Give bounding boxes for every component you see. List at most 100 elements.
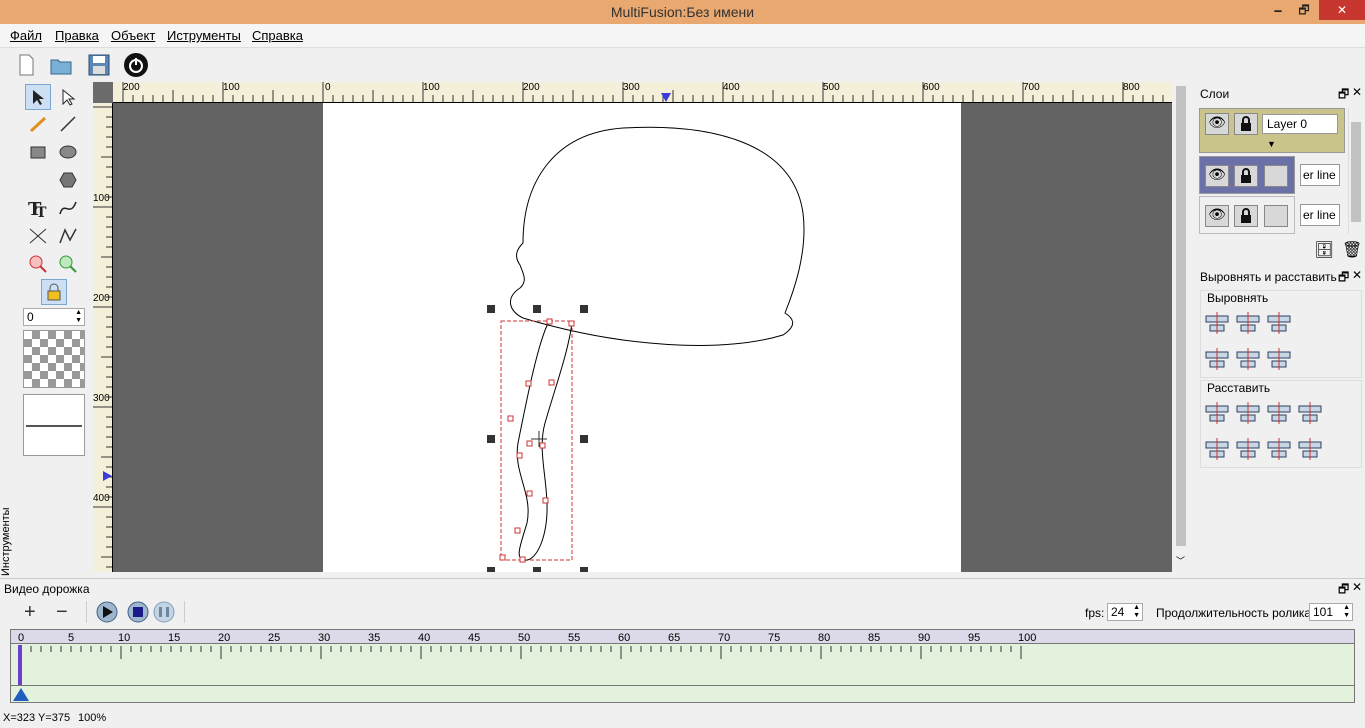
transform-handle[interactable] [580, 305, 588, 313]
ellipse-icon[interactable] [55, 139, 81, 165]
layers-stack-icon[interactable]: 🗄 [1314, 240, 1334, 260]
align-icon[interactable] [1267, 348, 1291, 370]
distribute-icon[interactable] [1205, 438, 1229, 460]
distribute-icon[interactable] [1236, 402, 1260, 424]
control-node[interactable] [542, 497, 549, 504]
control-node[interactable] [548, 379, 555, 386]
control-node[interactable] [526, 440, 533, 447]
document-page[interactable] [323, 103, 961, 572]
control-node[interactable] [539, 442, 546, 449]
duration-stepper[interactable]: 101 ▲ ▼ [1309, 603, 1353, 621]
eye-icon[interactable]: 👁 [1205, 113, 1229, 135]
align-icon[interactable] [1236, 312, 1260, 334]
transform-handle[interactable] [487, 567, 495, 572]
playback-controls[interactable] [96, 601, 186, 623]
transform-handle[interactable] [533, 305, 541, 313]
control-node[interactable] [519, 556, 526, 563]
trash-icon[interactable]: 🗑 [1342, 240, 1362, 260]
control-node[interactable] [525, 380, 532, 387]
pause-icon[interactable] [153, 601, 175, 623]
layer-name[interactable]: Layer 0 [1262, 114, 1338, 134]
layers-scrollbar[interactable] [1348, 108, 1362, 234]
distribute-icon[interactable] [1205, 402, 1229, 424]
scrollbar-thumb[interactable] [1351, 122, 1361, 222]
stepper-arrows-icon[interactable]: ▲ ▼ [75, 309, 82, 325]
menu-tools[interactable]: Иструменты [167, 28, 241, 43]
playhead-marker-icon[interactable] [13, 688, 29, 701]
drawing-stage[interactable] [113, 103, 1172, 572]
fill-color-swatch[interactable] [23, 330, 85, 388]
distribute-buttons[interactable] [1204, 398, 1324, 462]
menu-edit[interactable]: Правка [55, 28, 99, 43]
helmet-shape[interactable] [510, 126, 805, 346]
rectangle-icon[interactable] [25, 139, 51, 165]
polyline-icon[interactable] [55, 223, 81, 249]
menu-help[interactable]: Справка [252, 28, 303, 43]
menu-object[interactable]: Объект [111, 28, 155, 43]
transform-handle[interactable] [533, 567, 541, 572]
lock-tool-icon[interactable] [41, 279, 67, 305]
zoom-in-icon[interactable] [55, 251, 81, 277]
pencil-icon[interactable] [25, 111, 51, 137]
undock-icon[interactable]: 🗗 [1338, 268, 1349, 289]
node-edit-icon[interactable] [25, 223, 51, 249]
distribute-icon[interactable] [1267, 438, 1291, 460]
playhead[interactable] [18, 645, 22, 685]
line-icon[interactable] [55, 111, 81, 137]
align-icon[interactable] [1236, 348, 1260, 370]
transform-handle[interactable] [580, 435, 588, 443]
eye-icon[interactable]: 👁 [1205, 165, 1229, 187]
expand-arrow-icon[interactable]: ▼ [1267, 139, 1276, 149]
close-button[interactable]: ✕ [1319, 0, 1365, 20]
align-icon[interactable] [1267, 312, 1291, 334]
color-swatch[interactable] [1264, 165, 1288, 187]
sublayer-row[interactable]: 👁 [1199, 196, 1295, 234]
restore-button[interactable]: 🗗 [1294, 0, 1314, 20]
scrollbar-thumb[interactable] [1176, 86, 1186, 546]
new-file-icon[interactable] [12, 52, 38, 78]
stroke-preview[interactable] [23, 394, 85, 456]
eye-icon[interactable]: 👁 [1205, 205, 1229, 227]
node-select-icon[interactable] [55, 84, 81, 110]
lock-icon[interactable] [1234, 113, 1258, 135]
control-node[interactable] [546, 318, 553, 325]
drawing-svg[interactable] [323, 103, 961, 572]
control-node[interactable] [526, 490, 533, 497]
distribute-icon[interactable] [1298, 438, 1322, 460]
transform-handle[interactable] [580, 567, 588, 572]
panel-close-icon[interactable]: ✕ [1352, 268, 1362, 282]
control-node[interactable] [499, 554, 506, 561]
stepper-arrows-icon[interactable]: ▲ ▼ [1133, 604, 1140, 620]
select-arrow-icon[interactable] [25, 84, 51, 110]
stroke-shape[interactable] [516, 320, 573, 561]
add-frame-icon[interactable]: + [24, 601, 36, 624]
stepper-arrows-icon[interactable]: ▲ ▼ [1343, 604, 1350, 620]
distribute-icon[interactable] [1298, 402, 1322, 424]
color-swatch[interactable] [1264, 205, 1288, 227]
distribute-icon[interactable] [1236, 438, 1260, 460]
lock-icon[interactable] [1234, 205, 1258, 227]
align-buttons[interactable] [1204, 308, 1324, 372]
menu-file[interactable]: Файл [10, 28, 42, 43]
scroll-down-icon[interactable]: ﹀ [1176, 554, 1185, 567]
undock-icon[interactable]: 🗗 [1338, 85, 1349, 106]
zoom-out-icon[interactable] [25, 251, 51, 277]
bezier-curve-icon[interactable] [55, 195, 81, 221]
control-node[interactable] [568, 320, 575, 327]
minimize-button[interactable]: 🗕 [1268, 0, 1288, 20]
transform-handle[interactable] [487, 435, 495, 443]
transform-handle[interactable] [487, 305, 495, 313]
panel-close-icon[interactable]: ✕ [1352, 580, 1362, 594]
undock-icon[interactable]: 🗗 [1338, 580, 1349, 601]
text-tool-icon[interactable]: TT [25, 195, 51, 221]
panel-close-icon[interactable]: ✕ [1352, 85, 1362, 99]
sublayer-name[interactable]: er line [1300, 164, 1340, 186]
layer-row[interactable]: 👁 Layer 0 ▼ [1199, 108, 1345, 153]
control-node[interactable] [507, 415, 514, 422]
vertical-scrollbar[interactable]: ﹀ [1173, 82, 1189, 572]
lock-icon[interactable] [1234, 165, 1258, 187]
distribute-icon[interactable] [1267, 402, 1291, 424]
timeline-track[interactable]: 0 5 10 15 20 25 30 35 40 45 50 55 60 65 70 75 80 85 90 95 10… [10, 629, 1355, 703]
control-node[interactable] [516, 452, 523, 459]
sublayer-row-selected[interactable]: 👁 [1199, 156, 1295, 194]
